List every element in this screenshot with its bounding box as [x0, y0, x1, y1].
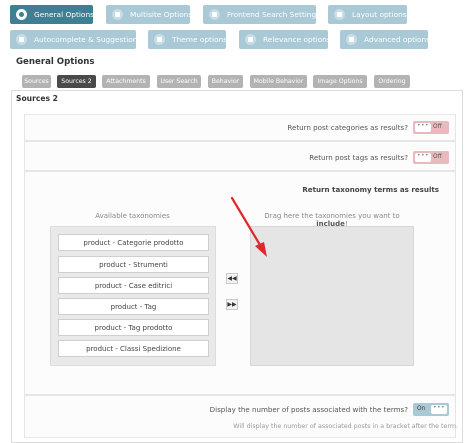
posts-count-hint: Will display the number of associated po…: [233, 423, 458, 430]
toggle-state: On: [417, 406, 426, 412]
posts-count-label: Display the number of posts associated w…: [209, 405, 408, 414]
setting-row-posts-count: Display the number of posts associated w…: [24, 395, 456, 438]
toggle-knob: •••: [431, 405, 447, 414]
annotation-arrow-icon: [230, 196, 267, 257]
posts-count-toggle[interactable]: ••• On: [413, 403, 449, 416]
